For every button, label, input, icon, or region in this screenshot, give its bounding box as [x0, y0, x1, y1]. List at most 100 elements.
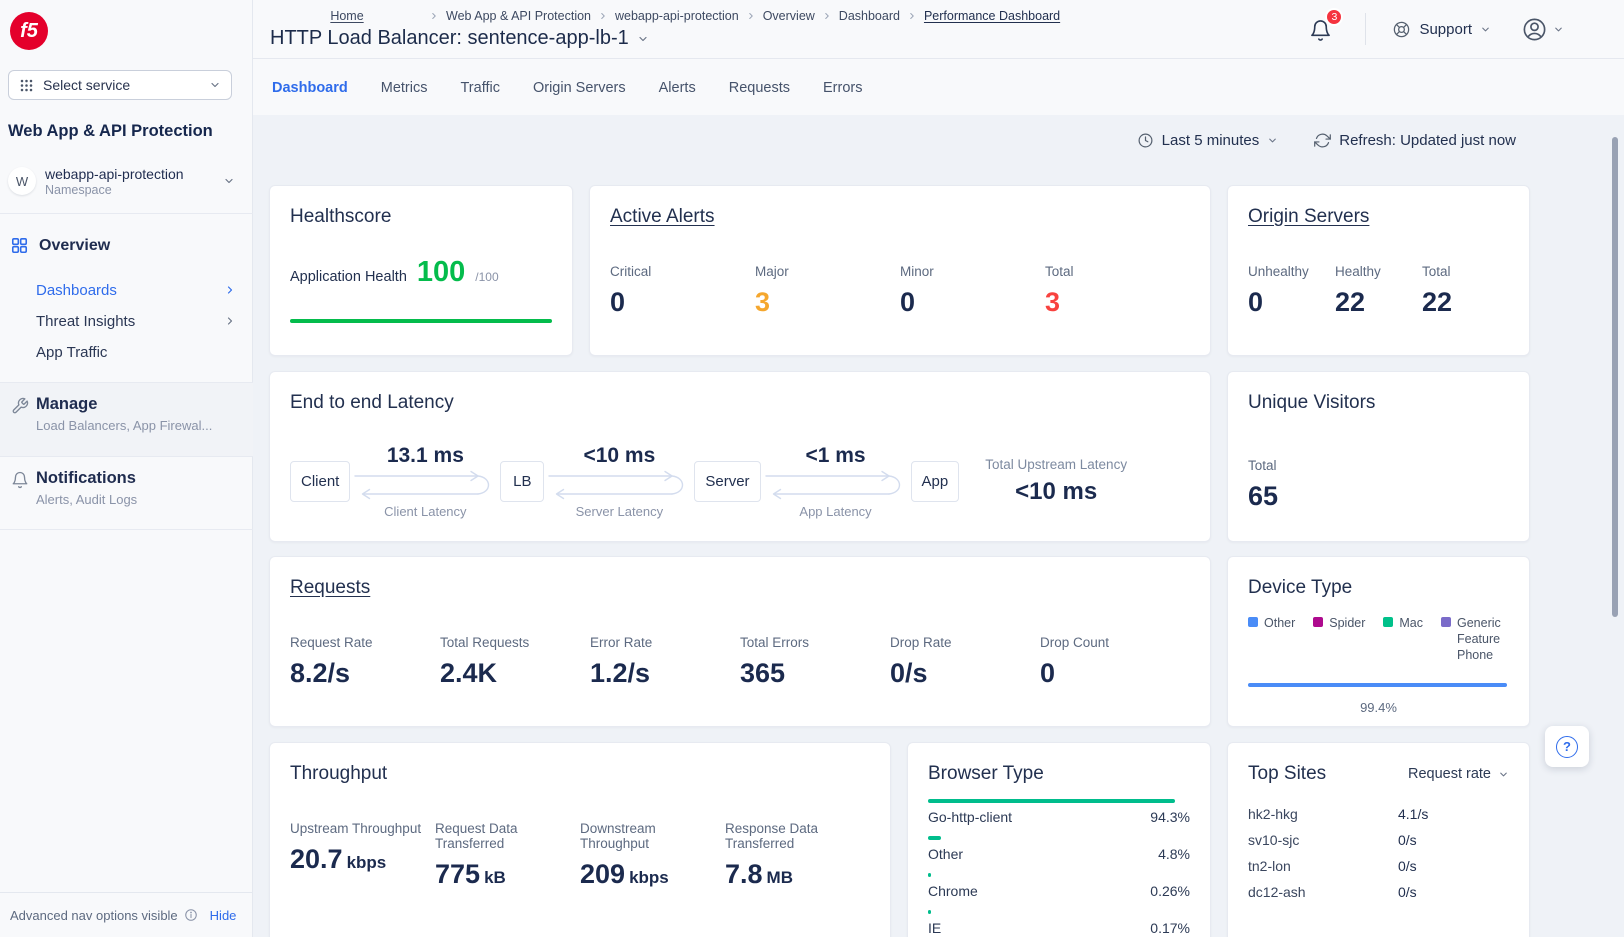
- chevron-right-icon: [224, 284, 236, 296]
- refresh-icon: [1314, 132, 1331, 149]
- manage-subtitle: Load Balancers, App Firewal...: [36, 418, 253, 433]
- breadcrumb-service[interactable]: Web App & API Protection: [446, 9, 591, 23]
- downstream-throughput-label: Downstream Throughput: [580, 821, 700, 851]
- visitors-total-label: Total: [1248, 458, 1509, 473]
- latency-arrows-icon: [761, 468, 911, 502]
- site-row-dc12-ash: dc12-ash 0/s: [1248, 879, 1509, 905]
- drop-count-stat: Drop Count 0: [1040, 635, 1190, 689]
- tab-origin-servers[interactable]: Origin Servers: [533, 80, 626, 102]
- unique-visitors-card: Unique Visitors Total 65: [1227, 371, 1530, 542]
- tab-traffic[interactable]: Traffic: [460, 80, 499, 102]
- minor-value: 0: [900, 287, 1045, 318]
- critical-label: Critical: [610, 264, 755, 279]
- breadcrumb-dashboard[interactable]: Dashboard: [839, 9, 900, 23]
- breadcrumb-overview[interactable]: Overview: [763, 9, 815, 23]
- health-score-value: 100: [417, 256, 465, 289]
- tab-errors[interactable]: Errors: [823, 80, 862, 102]
- requests-link[interactable]: Requests: [290, 577, 1190, 599]
- f5-logo[interactable]: f5: [10, 12, 48, 50]
- error-rate-label: Error Rate: [590, 635, 740, 650]
- drop-count-label: Drop Count: [1040, 635, 1190, 650]
- breadcrumb-home[interactable]: Home: [272, 9, 422, 23]
- other-legend-label: Other: [1264, 615, 1295, 631]
- spider-legend-label: Spider: [1329, 615, 1365, 631]
- sidebar-item-notifications[interactable]: Notifications Alerts, Audit Logs: [0, 457, 253, 530]
- healthy-stat: Healthy 22: [1335, 264, 1422, 318]
- legend-item-other: Other: [1248, 615, 1295, 663]
- origin-servers-link[interactable]: Origin Servers: [1248, 206, 1509, 228]
- site-rate: 0/s: [1398, 858, 1417, 874]
- total-origin-label: Total: [1422, 264, 1509, 279]
- major-label: Major: [755, 264, 900, 279]
- browser-type-card: Browser Type Go-http-client 94.3% Other …: [907, 742, 1211, 937]
- tab-requests[interactable]: Requests: [729, 80, 790, 102]
- downstream-throughput-unit: kbps: [629, 868, 669, 887]
- latency-arrows-icon: [544, 468, 694, 502]
- top-sites-title: Top Sites: [1248, 763, 1326, 785]
- ie-bar: [928, 910, 931, 914]
- legend-item-generic-feature-phone: Generic Feature Phone: [1441, 615, 1509, 663]
- health-score-bar: [290, 319, 552, 323]
- active-alerts-link[interactable]: Active Alerts: [610, 206, 1190, 228]
- error-rate-value: 1.2/s: [590, 658, 740, 689]
- sidebar-item-overview[interactable]: Overview: [10, 236, 110, 255]
- critical-alerts-stat: Critical 0: [610, 264, 755, 318]
- sidebar-item-app-traffic[interactable]: App Traffic: [36, 340, 236, 364]
- select-service-dropdown[interactable]: Select service: [8, 70, 232, 100]
- request-rate-value: 8.2/s: [290, 658, 440, 689]
- ie-percent: 0.17%: [1150, 920, 1190, 936]
- chevron-down-icon: [1480, 24, 1491, 35]
- application-health-label: Application Health: [290, 269, 407, 285]
- chevron-down-icon: [1267, 135, 1278, 146]
- unique-visitors-title: Unique Visitors: [1248, 392, 1509, 414]
- breadcrumb-separator-icon: [822, 11, 832, 21]
- site-row-sv10-sjc: sv10-sjc 0/s: [1248, 827, 1509, 853]
- wrench-icon: [11, 397, 29, 415]
- healthscore-card: Healthscore Application Health 100 /100: [269, 185, 573, 356]
- tab-alerts[interactable]: Alerts: [659, 80, 696, 102]
- sidebar-item-threat-insights[interactable]: Threat Insights: [36, 309, 236, 333]
- total-requests-label: Total Requests: [440, 635, 590, 650]
- notifications-bell-button[interactable]: 3: [1309, 14, 1335, 44]
- question-mark-icon: ?: [1556, 736, 1578, 758]
- request-data-value: 775: [435, 859, 480, 889]
- major-value: 3: [755, 287, 900, 318]
- throughput-title: Throughput: [290, 763, 870, 785]
- sidebar-item-manage[interactable]: Manage Load Balancers, App Firewal...: [0, 382, 253, 457]
- tab-metrics[interactable]: Metrics: [381, 80, 428, 102]
- app-latency-link: <1 ms App Latency: [761, 444, 911, 519]
- spider-swatch: [1313, 617, 1323, 627]
- refresh-button[interactable]: Refresh: Updated just now: [1314, 132, 1516, 149]
- breadcrumb-namespace[interactable]: webapp-api-protection: [615, 9, 739, 23]
- drop-rate-stat: Drop Rate 0/s: [890, 635, 1040, 689]
- account-menu[interactable]: [1521, 16, 1564, 43]
- go-http-client-percent: 94.3%: [1150, 809, 1190, 825]
- top-sites-sort-dropdown[interactable]: Request rate: [1408, 766, 1509, 782]
- app-latency-value: <1 ms: [805, 444, 865, 468]
- support-menu[interactable]: Support: [1392, 20, 1491, 39]
- breadcrumb-performance-dashboard[interactable]: Performance Dashboard: [924, 9, 1060, 23]
- breadcrumb: Home Web App & API Protection webapp-api…: [272, 9, 1060, 23]
- server-latency-link: <10 ms Server Latency: [544, 444, 694, 519]
- server-node: Server: [694, 461, 760, 502]
- breadcrumb-separator-icon: [429, 11, 439, 21]
- downstream-throughput-value: 209: [580, 859, 625, 889]
- select-service-label: Select service: [43, 77, 200, 93]
- namespace-selector[interactable]: W webapp-api-protection Namespace: [8, 160, 245, 202]
- mac-swatch: [1383, 617, 1393, 627]
- tab-dashboard[interactable]: Dashboard: [272, 80, 348, 102]
- sidebar-item-dashboards[interactable]: Dashboards: [36, 278, 236, 302]
- title-chevron-down-icon[interactable]: [637, 33, 649, 45]
- sidebar-footer: Advanced nav options visible Hide: [0, 892, 253, 937]
- critical-value: 0: [610, 287, 755, 318]
- chrome-percent: 0.26%: [1150, 883, 1190, 899]
- threat-insights-label: Threat Insights: [36, 313, 135, 330]
- lifebuoy-icon: [1392, 20, 1411, 39]
- vertical-scrollbar[interactable]: [1612, 137, 1618, 617]
- time-range-dropdown[interactable]: Last 5 minutes: [1137, 132, 1279, 149]
- divider: [1365, 13, 1366, 45]
- hide-nav-link[interactable]: Hide: [210, 908, 237, 923]
- latency-arrows-icon: [350, 468, 500, 502]
- help-button[interactable]: ?: [1545, 726, 1589, 767]
- request-data-stat: Request Data Transferred 775kB: [435, 821, 580, 890]
